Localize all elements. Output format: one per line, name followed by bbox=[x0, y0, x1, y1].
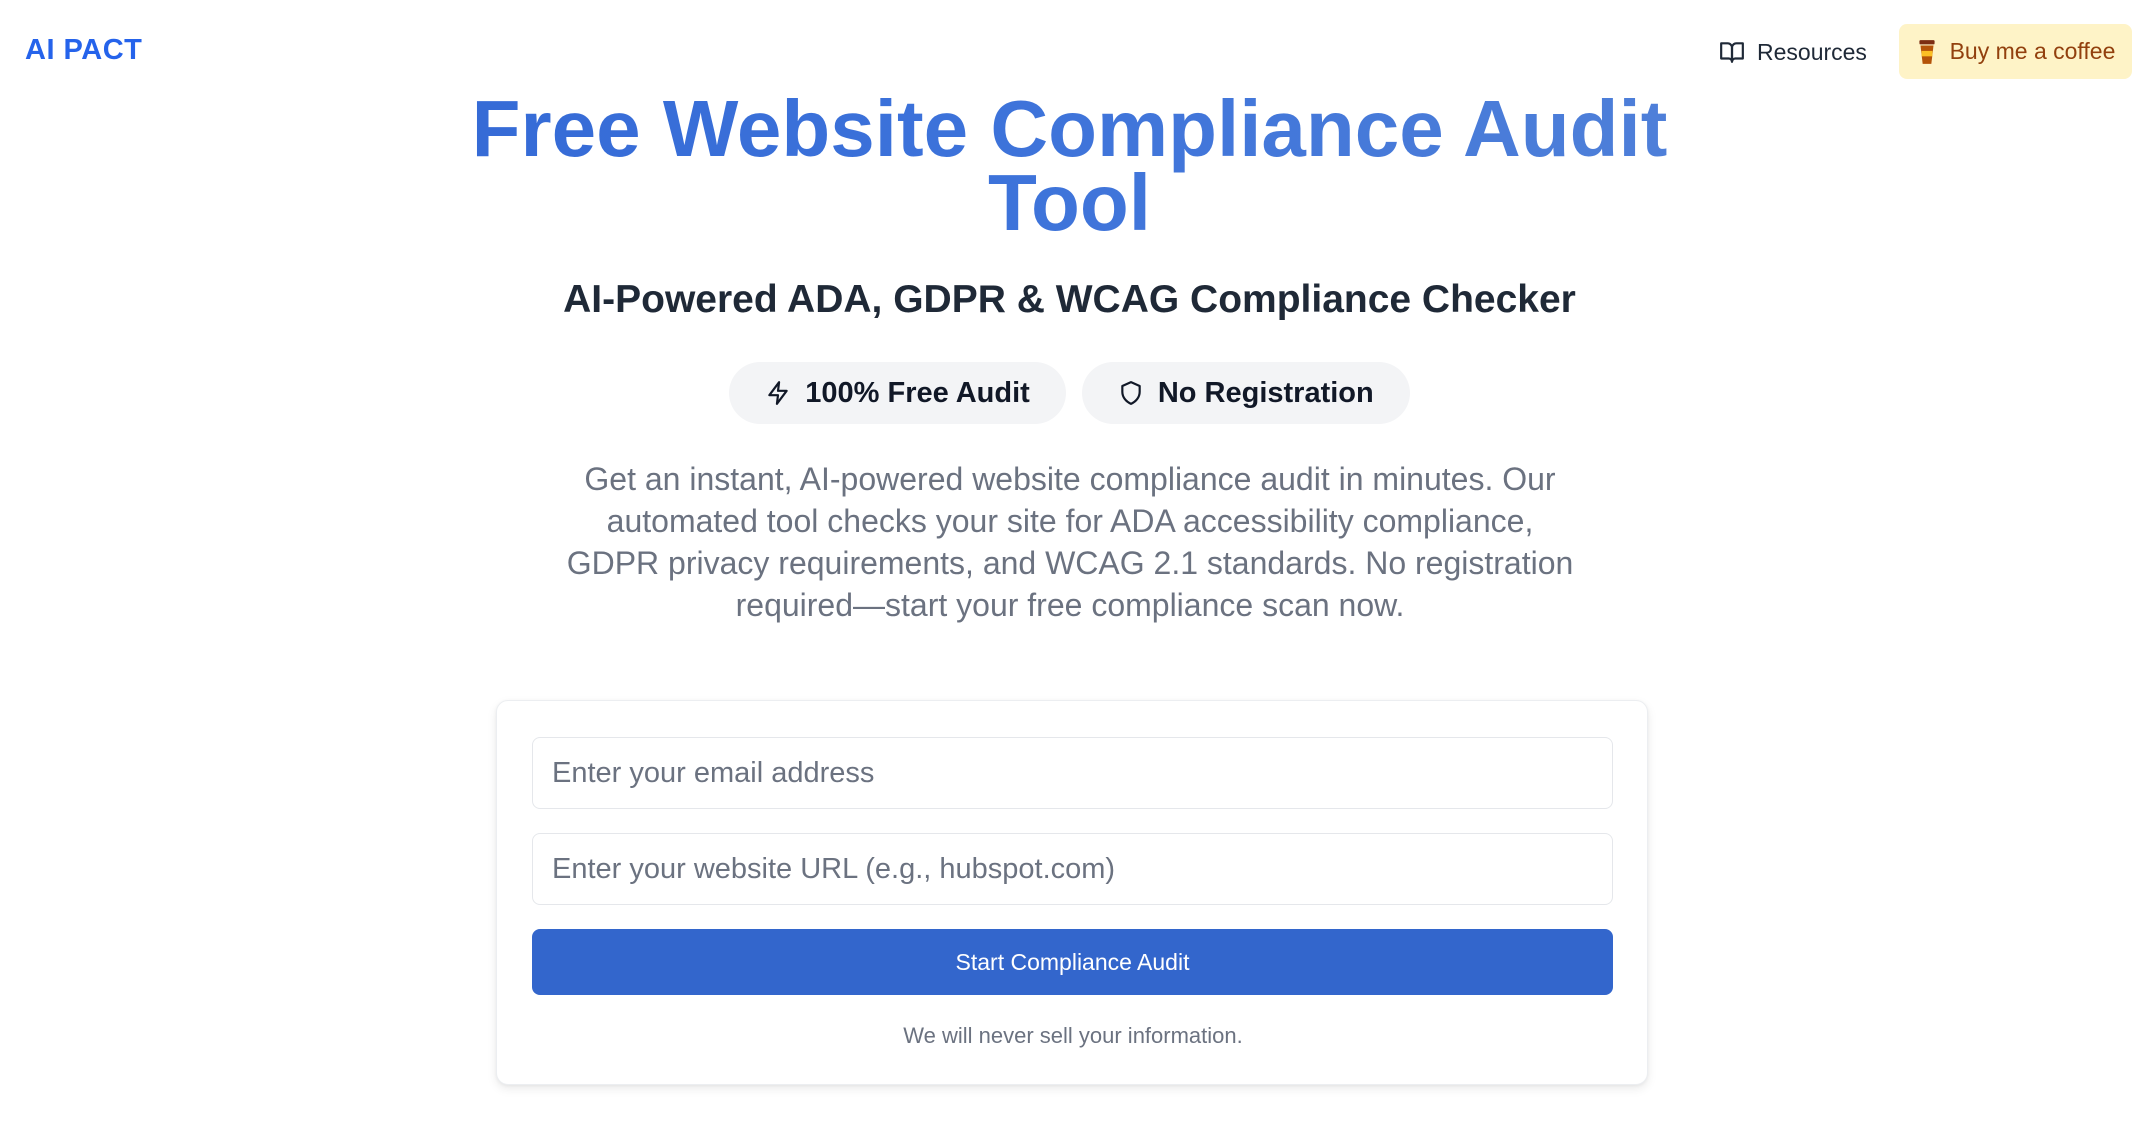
free-audit-badge-label: 100% Free Audit bbox=[805, 376, 1030, 409]
page: AI PACT Resources Buy me a coffee Free W… bbox=[0, 0, 2139, 1131]
no-registration-badge: No Registration bbox=[1081, 362, 1410, 424]
hero-description: Get an instant, AI-powered website compl… bbox=[566, 461, 1574, 623]
feature-badges: 100% Free Audit No Registration bbox=[0, 362, 2139, 424]
logo[interactable]: AI PACT bbox=[25, 34, 142, 67]
shield-icon bbox=[1121, 381, 1141, 405]
page-title-line-1: Free Website Compliance Audit bbox=[471, 84, 1668, 173]
page-title-line-2: Tool bbox=[988, 158, 1151, 247]
buy-coffee-label: Buy me a coffee bbox=[1949, 38, 2116, 64]
page-subtitle: AI-Powered ADA, GDPR & WCAG Compliance C… bbox=[563, 278, 1576, 321]
free-audit-badge: 100% Free Audit bbox=[729, 362, 1066, 424]
email-input[interactable] bbox=[532, 737, 1613, 809]
website-url-input[interactable] bbox=[532, 833, 1613, 905]
page-title: Free Website Compliance Audit Tool bbox=[0, 92, 2139, 240]
start-audit-button[interactable]: Start Compliance Audit bbox=[532, 929, 1613, 995]
no-registration-badge-label: No Registration bbox=[1157, 376, 1374, 409]
resources-link[interactable]: Resources bbox=[1719, 32, 1867, 72]
buy-coffee-button[interactable]: Buy me a coffee bbox=[1899, 24, 2132, 79]
lightning-icon bbox=[768, 381, 789, 405]
privacy-note: We will never sell your information. bbox=[903, 1023, 1243, 1048]
book-open-icon bbox=[1720, 42, 1744, 63]
resources-label: Resources bbox=[1757, 38, 1867, 65]
audit-form-card: Start Compliance Audit We will never sel… bbox=[496, 700, 1648, 1085]
coffee-cup-icon bbox=[1919, 39, 1935, 64]
